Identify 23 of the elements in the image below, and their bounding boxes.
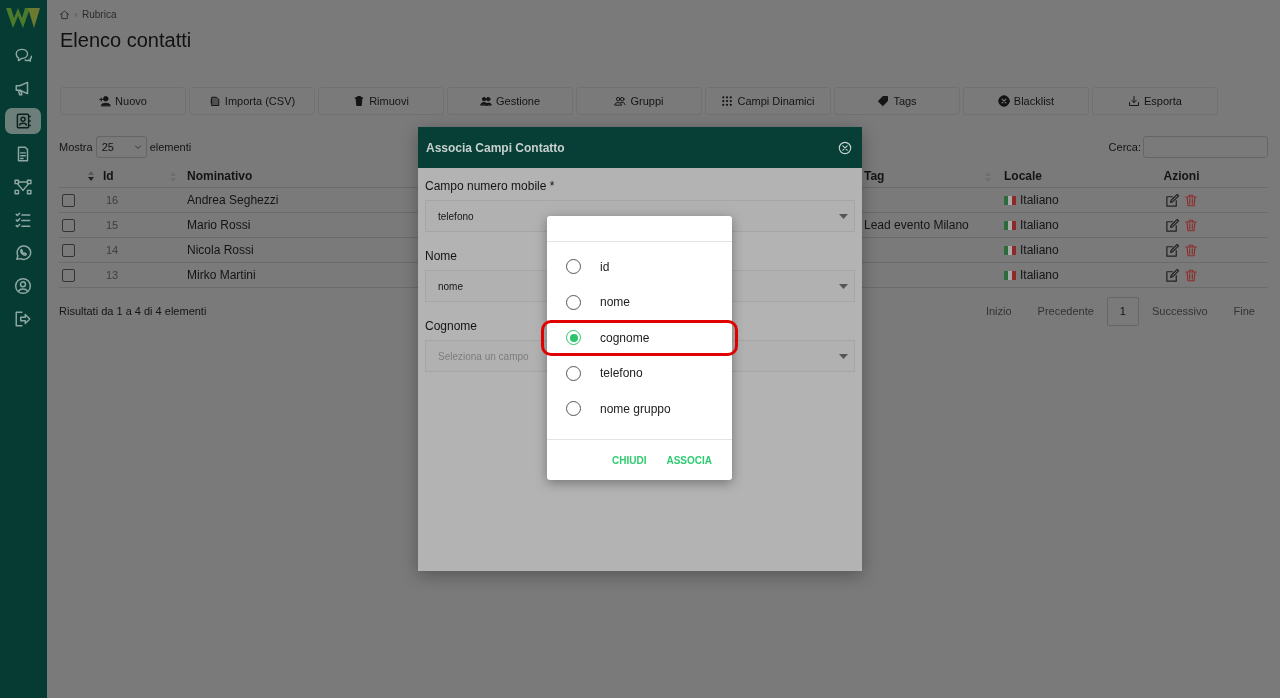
table-cell-text: Italiano [1020,267,1059,284]
column-header: Azioni [1162,168,1201,185]
field-label: Campo numero mobile * [425,178,556,195]
length-label: elementi [149,139,192,155]
length-label: Mostra [59,139,93,155]
table-cell-text: Italiano [1020,242,1059,259]
table-cell: Mario Rossi [187,218,251,232]
table-cell: 15 [106,218,119,231]
table-cell: 13 [106,268,119,281]
results-info: Risultati da 1 a 4 di 4 elementi [59,304,207,319]
table-cell-text: Italiano [1020,217,1059,234]
field-label: Nome [425,248,458,265]
modal-title: Associa Campi Contatto [426,139,565,157]
table-cell: Nicola Rossi [187,243,254,257]
table-cell: Lead evento Milano [864,218,969,232]
field-label: Cognome [425,318,479,335]
table-cell: Andrea Seghezzi [187,193,279,207]
table-cell: 16 [106,193,119,206]
table-cell: 14 [106,243,119,256]
table-cell-text: Italiano [1020,192,1059,209]
search-label: Cerca: [1108,139,1141,155]
table-cell: Mirko Martini [187,268,256,282]
page-title: Elenco contatti [60,28,193,52]
